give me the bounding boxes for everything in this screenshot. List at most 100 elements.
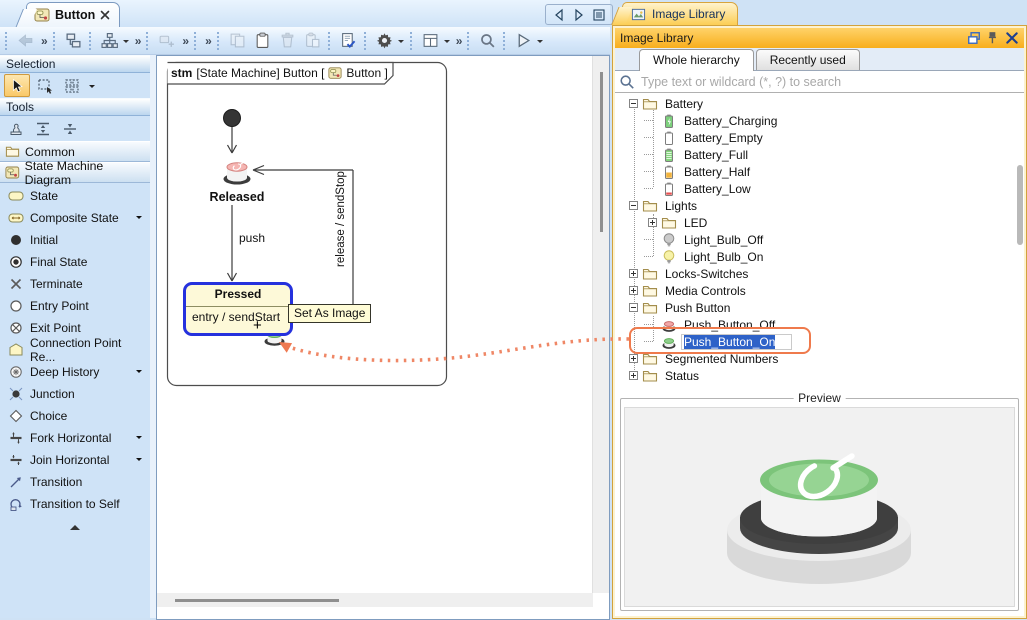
palette-item[interactable]: Connection Point Re... — [0, 339, 150, 361]
tree-item[interactable]: Battery_Charging — [615, 112, 1024, 129]
palette-item[interactable]: Fork Horizontal — [0, 427, 150, 449]
tree-expander[interactable] — [629, 269, 638, 278]
tool-button[interactable] — [60, 75, 84, 96]
tree-expander[interactable] — [629, 286, 638, 295]
overflow-chevron[interactable]: » — [205, 34, 211, 48]
tree-item[interactable]: Battery_Full — [615, 146, 1024, 163]
palette-group-state-machine-diagram[interactable]: State Machine Diagram — [0, 162, 150, 183]
toolbar-button[interactable] — [475, 30, 500, 52]
dropdown-caret-icon[interactable] — [537, 40, 543, 46]
overflow-chevron[interactable]: » — [182, 34, 188, 48]
scrollbar-thumb[interactable] — [175, 599, 339, 602]
tree-expander[interactable] — [629, 371, 638, 380]
tree-item[interactable]: Battery_Low — [615, 180, 1024, 197]
palette-item[interactable]: Join Horizontal — [0, 449, 150, 471]
toolbar-button[interactable] — [511, 30, 536, 52]
dropdown-caret-icon[interactable] — [444, 40, 450, 46]
tree-expander[interactable] — [629, 303, 638, 312]
palette-collapse-arrow-icon[interactable] — [70, 520, 80, 530]
toolbar-button[interactable] — [13, 30, 38, 52]
tree-item[interactable]: Media Controls — [615, 282, 1024, 299]
tree-item[interactable]: Push_Button_On — [615, 333, 1024, 350]
tree-item[interactable]: Status — [615, 367, 1024, 384]
tree-expander[interactable] — [629, 201, 638, 210]
canvas-horizontal-scrollbar[interactable] — [157, 593, 593, 607]
dropdown-caret-icon[interactable] — [398, 40, 404, 46]
toolbar-button[interactable] — [154, 30, 179, 52]
toolbar-button[interactable] — [418, 30, 443, 52]
image-library-tab[interactable]: Image Library — [622, 2, 738, 25]
search-input[interactable] — [639, 74, 1020, 90]
tree-item[interactable]: Push Button — [615, 299, 1024, 316]
pin-icon[interactable] — [986, 31, 1000, 45]
tool-button[interactable] — [31, 118, 55, 139]
palette-item[interactable]: Transition — [0, 471, 150, 493]
toolbar-button[interactable] — [372, 30, 397, 52]
library-tab[interactable]: Whole hierarchy — [639, 49, 754, 71]
image-library-titlebar[interactable]: Image Library — [615, 28, 1024, 48]
toolbar-button[interactable] — [250, 30, 275, 52]
section-title: Selection — [6, 57, 55, 71]
toolbar-button[interactable] — [97, 30, 122, 52]
tree-item[interactable]: Battery_Half — [615, 163, 1024, 180]
palette-item[interactable]: Composite State — [0, 207, 150, 229]
toolbar-button[interactable] — [336, 30, 361, 52]
prev-tab-icon[interactable] — [552, 8, 566, 22]
tree-item[interactable]: Push_Button_Off — [615, 316, 1024, 333]
palette-item[interactable]: Terminate — [0, 273, 150, 295]
library-tab[interactable]: Recently used — [756, 49, 860, 70]
stamp-icon — [8, 121, 24, 137]
palette-item[interactable]: Initial — [0, 229, 150, 251]
canvas-vertical-scrollbar[interactable] — [592, 56, 609, 593]
palette-item[interactable]: Junction — [0, 383, 150, 405]
scrollbar-thumb[interactable] — [600, 72, 603, 232]
overflow-chevron[interactable]: » — [456, 34, 462, 48]
tree-item[interactable]: Battery_Empty — [615, 129, 1024, 146]
float-window-icon[interactable] — [967, 31, 981, 45]
palette-item[interactable]: Choice — [0, 405, 150, 427]
item-dropdown-caret-icon[interactable] — [136, 458, 142, 464]
tools-dropdown-caret-icon[interactable] — [89, 85, 95, 91]
overflow-chevron[interactable]: » — [41, 34, 47, 48]
tab-list-icon[interactable] — [592, 8, 606, 22]
palette-item[interactable]: State — [0, 185, 150, 207]
palette-item[interactable]: Deep History — [0, 361, 150, 383]
palette-section-header[interactable]: Selection — [0, 55, 150, 73]
tree-item[interactable]: Lights — [615, 197, 1024, 214]
tree-item[interactable]: Battery — [615, 95, 1024, 112]
toolbar-button[interactable] — [225, 30, 250, 52]
toolbar-button[interactable] — [61, 30, 86, 52]
item-dropdown-caret-icon[interactable] — [136, 370, 142, 376]
compress-vertical-icon — [62, 121, 78, 137]
dropdown-caret-icon[interactable] — [123, 40, 129, 46]
tree-expander[interactable] — [629, 354, 638, 363]
palette-section-header[interactable]: Tools — [0, 98, 150, 116]
palette-item[interactable]: Final State — [0, 251, 150, 273]
toolbar-button[interactable] — [300, 30, 325, 52]
toolbar-button[interactable] — [275, 30, 300, 52]
tool-button[interactable] — [4, 74, 30, 97]
tree-scrollbar-thumb[interactable] — [1017, 165, 1023, 245]
diagram-tab-button[interactable]: Button — [26, 2, 120, 27]
diagram-canvas[interactable]: Released push release / sendStop stm [St… — [156, 55, 610, 620]
final-state-icon — [8, 254, 24, 270]
close-icon[interactable] — [1005, 31, 1019, 45]
tab-close-icon[interactable] — [100, 10, 110, 20]
next-tab-icon[interactable] — [572, 8, 586, 22]
pressed-state[interactable]: Pressed entry / sendStart — [183, 282, 293, 336]
item-dropdown-caret-icon[interactable] — [136, 216, 142, 222]
tree-item[interactable]: Light_Bulb_On — [615, 248, 1024, 265]
tree-item[interactable]: Light_Bulb_Off — [615, 231, 1024, 248]
palette-item[interactable]: Entry Point — [0, 295, 150, 317]
tool-button[interactable] — [58, 118, 82, 139]
tree-item[interactable]: Segmented Numbers — [615, 350, 1024, 367]
tree-expander[interactable] — [648, 218, 657, 227]
palette-item[interactable]: Transition to Self — [0, 493, 150, 515]
item-dropdown-caret-icon[interactable] — [136, 436, 142, 442]
tree-item[interactable]: LED — [615, 214, 1024, 231]
tool-button[interactable] — [33, 75, 57, 96]
overflow-chevron[interactable]: » — [135, 34, 141, 48]
tree-item[interactable]: Locks-Switches — [615, 265, 1024, 282]
tool-button[interactable] — [4, 118, 28, 139]
tree-expander[interactable] — [629, 99, 638, 108]
